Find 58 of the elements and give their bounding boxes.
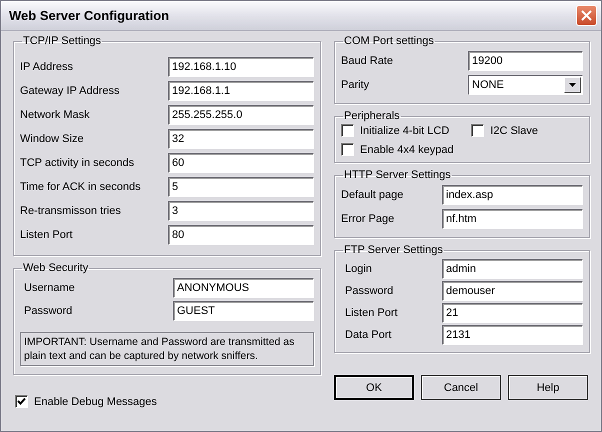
text-field[interactable]: admin (442, 259, 583, 279)
field-label: Password (24, 304, 72, 316)
field-label: Parity (341, 79, 370, 91)
field-label: Login (345, 263, 372, 275)
text-field[interactable]: GUEST (173, 300, 314, 320)
field-label: Baud Rate (341, 55, 393, 67)
checkmark-icon (17, 397, 26, 406)
text-field[interactable]: 3 (168, 201, 314, 221)
dialog-button[interactable]: OK (334, 375, 414, 400)
text-field[interactable]: nf.htm (442, 209, 583, 229)
group-title: Peripherals (343, 110, 401, 122)
close-button[interactable] (576, 5, 597, 26)
field-label: Listen Port (20, 229, 73, 241)
field-label: Listen Port (345, 307, 398, 319)
text-field[interactable]: 255.255.255.0 (168, 105, 314, 125)
group-title: COM Port settings (343, 35, 435, 47)
field-label: Default page (341, 189, 404, 201)
group-title: TCP/IP Settings (22, 35, 102, 47)
field-label: Time for ACK in seconds (20, 181, 141, 193)
dialog-button[interactable]: Cancel (421, 375, 501, 400)
text-field[interactable]: 2131 (442, 325, 583, 345)
checkbox[interactable] (341, 143, 354, 156)
field-label: Data Port (345, 329, 392, 341)
checkbox[interactable] (341, 124, 354, 137)
text-field[interactable]: 5 (168, 177, 314, 197)
field-label: Gateway IP Address (20, 85, 120, 97)
text-field[interactable]: ANONYMOUS (173, 278, 314, 298)
field-label: Re-transmisson tries (20, 205, 121, 217)
field-label: Error Page (341, 213, 394, 225)
field-label: IP Address (20, 61, 73, 73)
checkbox-label[interactable]: Initialize 4-bit LCD (360, 124, 450, 136)
field-label: Network Mask (20, 109, 90, 121)
close-icon (581, 10, 592, 21)
dialog-button[interactable]: Help (508, 375, 588, 400)
dropdown[interactable]: NONE (468, 75, 583, 95)
text-field[interactable]: 60 (168, 153, 314, 173)
field-label: Username (24, 282, 75, 294)
text-field[interactable]: 32 (168, 129, 314, 149)
group-title: Web Security (22, 262, 90, 274)
checkbox-label[interactable]: Enable 4x4 keypad (360, 144, 454, 156)
text-field[interactable]: 80 (168, 225, 314, 245)
group-title: FTP Server Settings (343, 244, 444, 256)
checkbox[interactable] (471, 124, 484, 137)
group-title: HTTP Server Settings (343, 169, 452, 181)
text-field[interactable]: 19200 (468, 51, 583, 71)
text-field[interactable]: 192.168.1.10 (168, 57, 314, 77)
text-field[interactable]: 192.168.1.1 (168, 81, 314, 101)
window-title: Web Server Configuration (9, 8, 170, 23)
field-label: Password (345, 285, 394, 297)
checkbox[interactable] (15, 395, 28, 408)
text-field[interactable]: index.asp (442, 185, 583, 205)
text-field[interactable]: demouser (442, 281, 583, 301)
text-field[interactable]: 21 (442, 303, 583, 323)
warning-text: IMPORTANT: Username and Password are transmitted as plain text and can be captured by network sniffers. (20, 332, 314, 366)
checkbox-label[interactable]: Enable Debug Messages (34, 396, 157, 408)
checkbox-label[interactable]: I2C Slave (490, 124, 538, 136)
field-label: TCP activity in seconds (20, 157, 134, 169)
field-label: Window Size (20, 133, 84, 145)
